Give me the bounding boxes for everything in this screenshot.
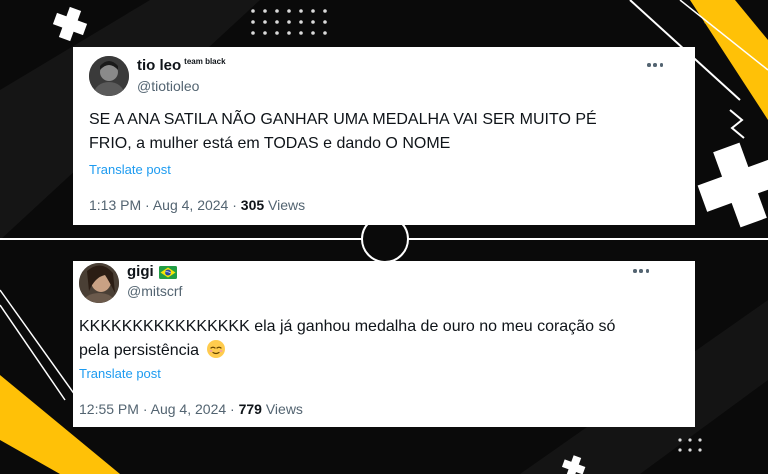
views-label: Views	[265, 401, 303, 417]
avatar[interactable]	[89, 56, 129, 96]
author-name-row[interactable]: tio leo team black	[137, 57, 226, 75]
tweet-date[interactable]: Aug 4, 2024	[151, 401, 227, 417]
meta-separator: ·	[142, 401, 148, 417]
display-name[interactable]: gigi	[127, 263, 154, 281]
display-name[interactable]: tio leo	[137, 57, 181, 75]
tweet-text-line: pela persistência	[79, 342, 200, 359]
avatar[interactable]	[79, 263, 119, 303]
relieved-face-emoji-icon	[206, 340, 225, 358]
user-handle[interactable]: @mitscrf	[127, 283, 182, 299]
tweet-time[interactable]: 1:13 PM	[89, 197, 141, 213]
meta-separator: ·	[145, 197, 150, 213]
views-count[interactable]: 305	[241, 197, 264, 213]
tweet-text-line: KKKKKKKKKKKKKKKK ela já ganhou medalha d…	[79, 318, 616, 335]
translate-post-link[interactable]: Translate post	[79, 366, 161, 381]
tweet-time[interactable]: 12:55 PM	[79, 401, 139, 417]
views-label: Views	[268, 197, 306, 213]
tweet-text: KKKKKKKKKKKKKKKK ela já ganhou medalha d…	[79, 315, 679, 363]
more-options-icon[interactable]	[633, 269, 649, 273]
meta-separator: ·	[230, 401, 235, 417]
translate-post-link[interactable]: Translate post	[89, 162, 171, 177]
brazil-flag-icon	[158, 266, 177, 279]
user-handle[interactable]: @tiotioleo	[137, 78, 199, 94]
tweet-meta: 12:55 PM · Aug 4, 2024 · 779 Views	[79, 401, 303, 417]
tweet-meta: 1:13 PM · Aug 4, 2024 · 305 Views	[89, 197, 305, 213]
tweet-text: SE A ANA SATILA NÃO GANHAR UMA MEDALHA V…	[89, 108, 669, 156]
meta-separator: ·	[232, 197, 237, 213]
more-options-icon[interactable]	[647, 63, 663, 67]
name-badge: team black	[184, 57, 226, 66]
views-count[interactable]: 779	[239, 401, 262, 417]
tweet-date[interactable]: Aug 4, 2024	[153, 197, 229, 213]
author-name-row[interactable]: gigi	[127, 263, 177, 281]
tweet-text-line: SE A ANA SATILA NÃO GANHAR UMA MEDALHA V…	[89, 111, 597, 128]
tweet-text-line-with-emoji: pela persistência	[79, 339, 679, 363]
tweet-text-line: FRIO, a mulher está em TODAS e dando O N…	[89, 135, 451, 152]
tweet-card[interactable]: gigi @mitscrf KKKKKKKKKKKKKKKK ela já ga…	[73, 261, 695, 427]
tweet-card[interactable]: tio leo team black @tiotioleo SE A ANA S…	[73, 47, 695, 225]
